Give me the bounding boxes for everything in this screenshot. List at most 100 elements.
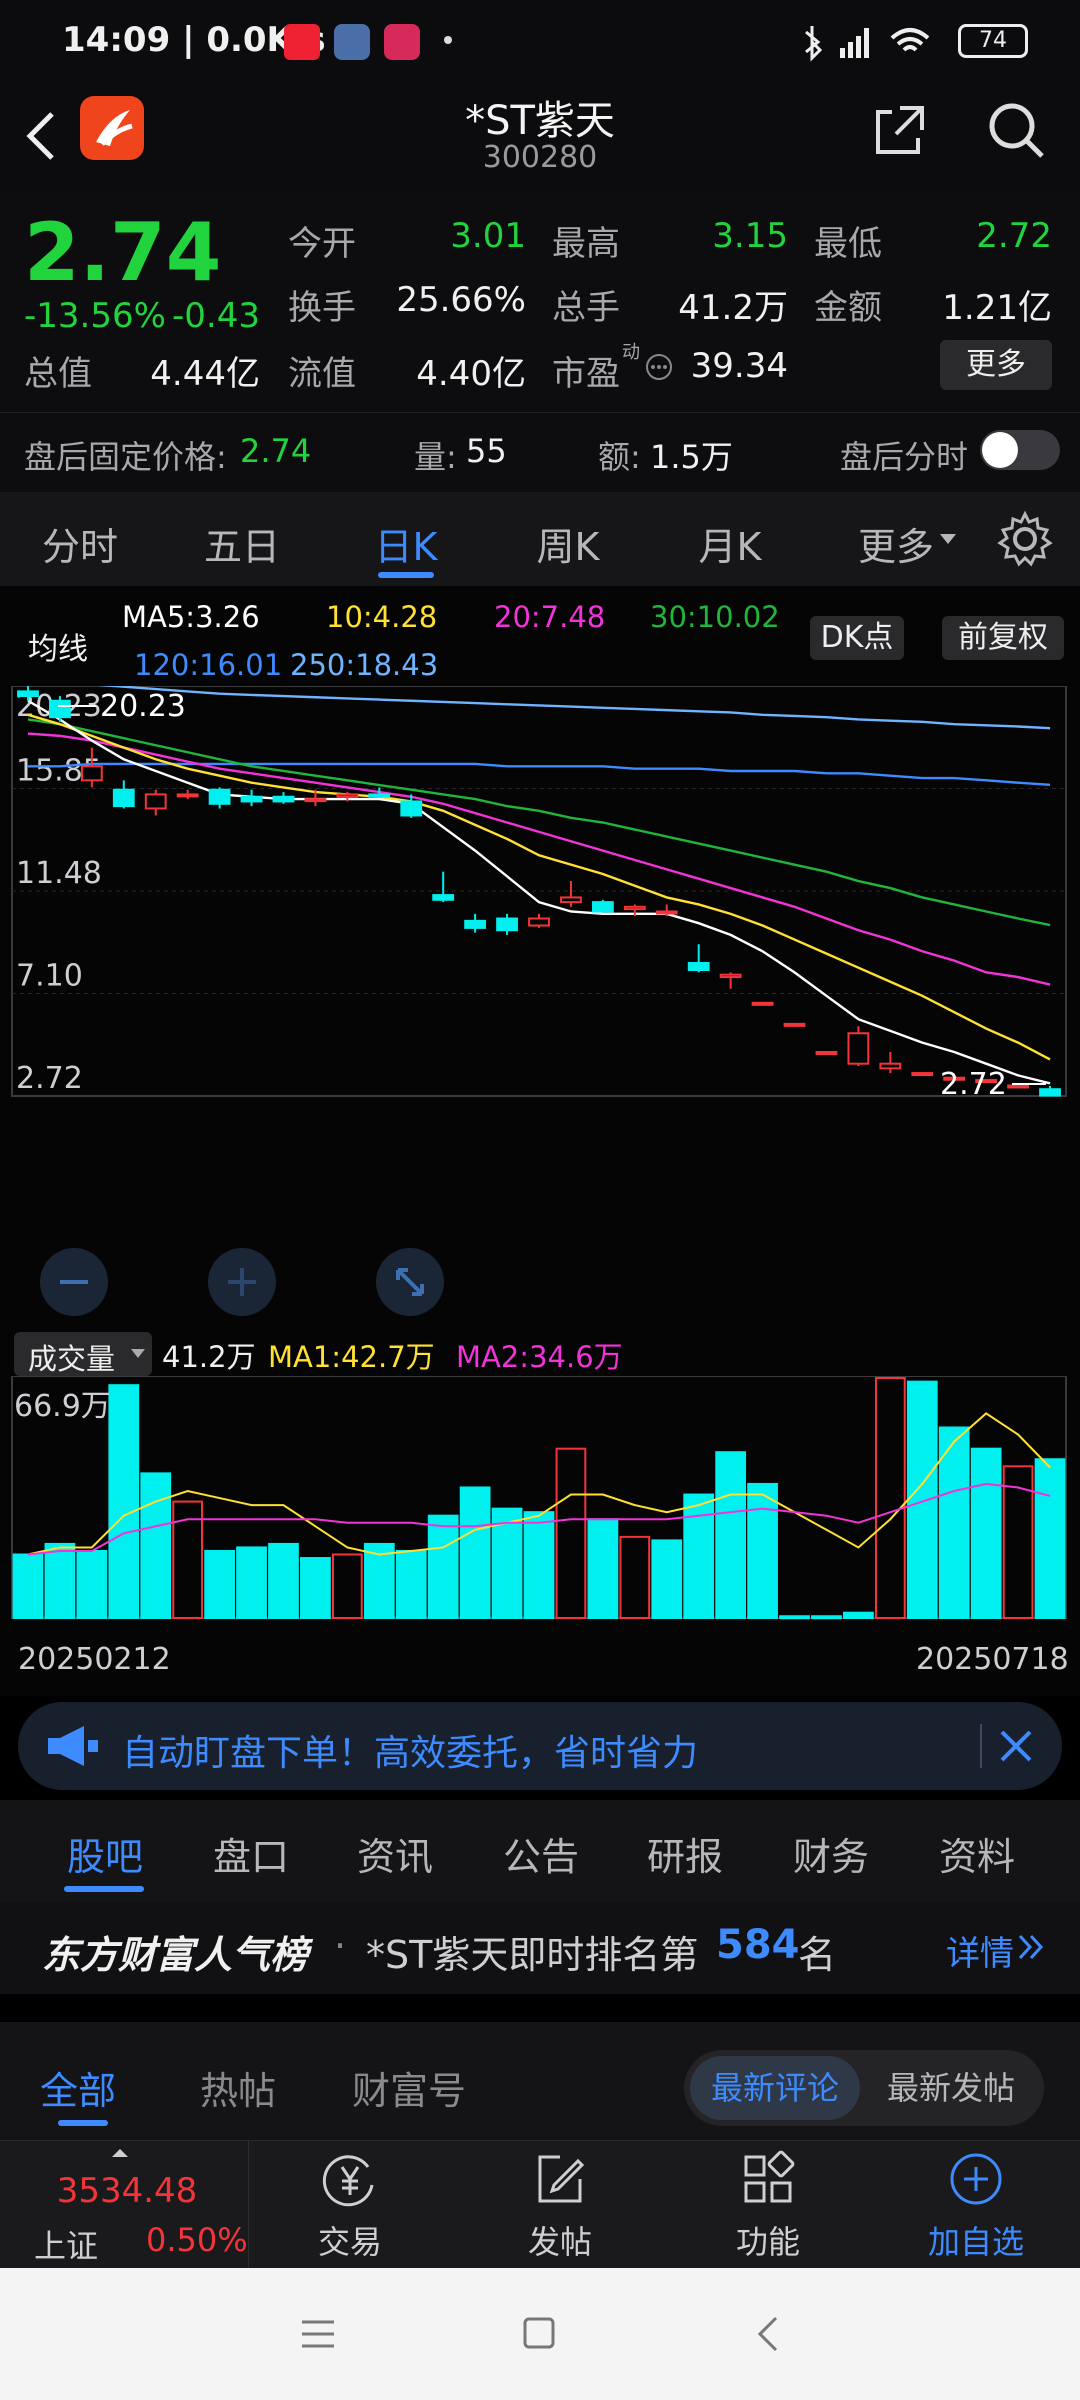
last-price: 2.74 [24, 206, 222, 299]
rank-detail-link[interactable]: 详情 [946, 1926, 1014, 1975]
end-date: 20250718 [916, 1642, 1069, 1677]
candle-body [1039, 1088, 1061, 1097]
active-tab-indicator [64, 1886, 144, 1892]
afterhours-vol: 55 [466, 432, 507, 470]
popularity-rank[interactable]: 东方财富人气榜 · *ST紫天即时排名第 584 名 详情 [0, 1902, 1080, 1994]
candle-body [528, 917, 550, 927]
float-value: 4.40亿 [416, 354, 526, 394]
tab-news[interactable]: 资讯 [330, 1826, 460, 1881]
rank-number: 584 [716, 1922, 800, 1968]
tab-pankou[interactable]: 盘口 [186, 1826, 316, 1881]
rank-unit: 名 [798, 1933, 837, 1977]
candle-body [368, 793, 391, 798]
search-icon[interactable] [984, 98, 1048, 162]
tab-guba[interactable]: 股吧 [40, 1826, 170, 1881]
volume-bar [906, 1380, 938, 1620]
volume-bar [523, 1511, 555, 1620]
tab-five-day[interactable]: 五日 [184, 516, 300, 571]
title-bar: *ST紫天 300280 [0, 86, 1080, 192]
sort-latest-comment[interactable]: 最新评论 [690, 2056, 860, 2120]
ma30-line [27, 718, 1051, 927]
volume-bar [204, 1549, 235, 1620]
tab-intraday[interactable]: 分时 [22, 516, 138, 571]
ma120-value: 120:16.01 [134, 648, 283, 682]
battery-icon: 74 [958, 24, 1028, 58]
tab-more[interactable]: 更多 [846, 516, 946, 571]
index-name: 上证 [34, 2227, 99, 2265]
tab-research[interactable]: 研报 [620, 1826, 750, 1881]
price-axis-label: 11.48 [16, 856, 102, 891]
dot-separator: · [334, 1924, 347, 1968]
nav-post[interactable]: 发帖 [500, 2149, 620, 2263]
eastmoney-logo-icon [80, 96, 144, 160]
settings-app-icon [334, 24, 370, 60]
low-value: 2.72 [976, 216, 1052, 256]
index-value[interactable]: 3534.48 [52, 2171, 202, 2211]
more-button[interactable]: 更多 [940, 340, 1052, 390]
back-nav-icon[interactable] [754, 2314, 780, 2354]
volume-bar [747, 1482, 778, 1620]
candle-body [144, 793, 167, 810]
candle-body [336, 793, 359, 798]
indicator-label: 成交量 [28, 1342, 116, 1376]
tab-announcements[interactable]: 公告 [476, 1826, 606, 1881]
turnover-label: 换手 [288, 288, 356, 328]
gear-icon[interactable] [996, 510, 1054, 568]
nav-add-watchlist[interactable]: 加自选 [916, 2149, 1036, 2263]
divider [980, 1724, 982, 1768]
caret-down-icon [940, 534, 956, 544]
back-icon[interactable] [22, 108, 62, 164]
filter-fortune[interactable]: 财富号 [352, 2060, 466, 2115]
info-icon[interactable] [644, 352, 674, 382]
candle-body [687, 962, 710, 972]
afterhours-intraday-label: 盘后分时 [840, 438, 969, 476]
close-icon[interactable] [996, 1726, 1036, 1766]
menu-icon[interactable] [300, 2318, 336, 2350]
start-date: 20250212 [18, 1642, 171, 1677]
volume-axis-label: 66.9万 [14, 1389, 111, 1424]
volume-bar [843, 1611, 874, 1620]
volume-bar [587, 1518, 619, 1619]
sort-latest-post[interactable]: 最新发帖 [866, 2056, 1036, 2120]
price-axis-label: 7.10 [16, 959, 83, 994]
promo-banner[interactable]: 自动盯盘下单！高效委托，省时省力 [18, 1702, 1062, 1790]
candle-body [847, 1032, 870, 1065]
tab-monthly-k[interactable]: 月K [672, 516, 788, 571]
volume-bar [236, 1546, 267, 1619]
tab-finance[interactable]: 财务 [766, 1826, 896, 1881]
filter-all[interactable]: 全部 [40, 2060, 116, 2115]
tab-daily-k[interactable]: 日K [348, 516, 464, 571]
active-tab-indicator [58, 2120, 108, 2126]
float-label: 流值 [288, 354, 356, 394]
volume-bar [12, 1553, 44, 1619]
tab-weekly-k[interactable]: 周K [510, 516, 626, 571]
dk-point-button[interactable]: DK点 [810, 616, 904, 660]
candle-body [208, 788, 231, 805]
afterhours-price: 2.74 [240, 432, 312, 470]
share-icon[interactable] [870, 100, 930, 160]
adjust-mode-button[interactable]: 前复权 [942, 616, 1064, 660]
home-icon[interactable] [522, 2316, 556, 2350]
grid-icon [744, 2150, 795, 2203]
caret-up-icon [112, 2149, 128, 2157]
candle-body [304, 798, 327, 803]
volume-value: 41.2万 [678, 288, 788, 328]
volume-chart: 66.9万 [11, 1376, 1067, 1620]
high-marker-label: 20.23 [100, 689, 186, 724]
candle-body [80, 765, 103, 782]
nav-trade[interactable]: 交易 [290, 2149, 410, 2263]
ma20-value: 20:7.48 [494, 600, 606, 634]
chart-period-tabs: 分时 五日 日K 周K 月K 更多 [0, 492, 1080, 586]
edit-icon [538, 2155, 585, 2203]
filter-hot[interactable]: 热帖 [200, 2060, 276, 2115]
candle-body [1007, 1084, 1029, 1089]
candle-body [17, 690, 39, 698]
battery-level: 74 [979, 28, 1007, 53]
tab-profile[interactable]: 资料 [912, 1826, 1042, 1881]
nav-function[interactable]: 功能 [708, 2149, 828, 2263]
afterhours-toggle[interactable] [980, 430, 1060, 470]
candle-body [464, 919, 487, 929]
indicator-selector[interactable]: 成交量 [14, 1332, 152, 1376]
candle-body [496, 917, 518, 932]
volume-bar [395, 1549, 427, 1620]
